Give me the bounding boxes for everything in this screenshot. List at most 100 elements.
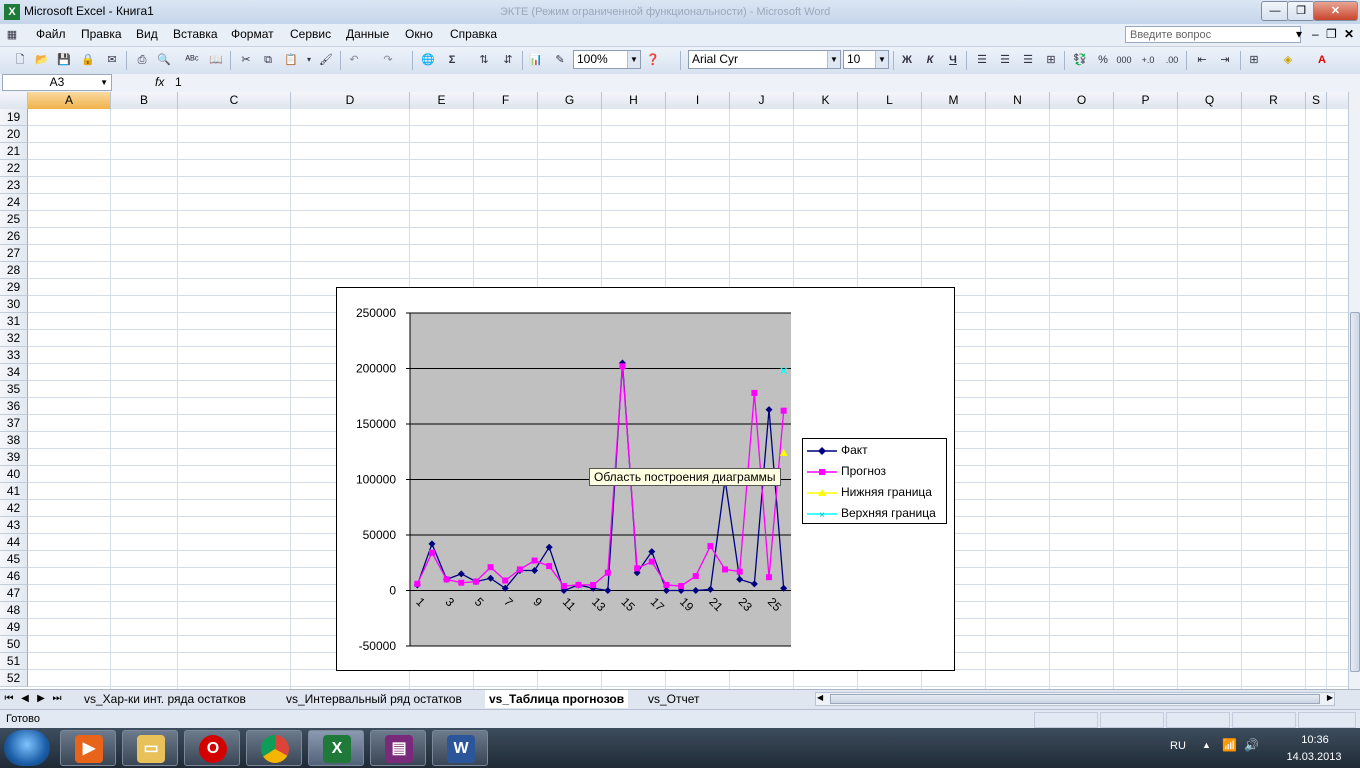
formula-input[interactable]: 1 (175, 75, 182, 89)
row-header-51[interactable]: 51 (0, 653, 28, 670)
row-header-35[interactable]: 35 (0, 381, 28, 398)
clock-time[interactable]: 10:36 (1292, 734, 1338, 746)
select-all-corner[interactable] (0, 92, 28, 109)
format-painter-icon[interactable]: 🖌 (318, 52, 334, 68)
column-header-O[interactable]: O (1050, 92, 1114, 109)
column-header-P[interactable]: P (1114, 92, 1178, 109)
sheet-tab-report[interactable]: vs_Отчет (644, 690, 704, 708)
horizontal-scroll-thumb[interactable] (830, 694, 1320, 704)
taskbar-word[interactable]: W (432, 730, 488, 766)
tray-expand-icon[interactable]: ▲ (1202, 740, 1211, 750)
autosum-icon[interactable]: Σ (444, 52, 460, 68)
row-header-46[interactable]: 46 (0, 568, 28, 585)
hyperlink-icon[interactable]: 🌐 (420, 52, 436, 68)
menu-format[interactable]: Формат (231, 27, 274, 41)
taskbar-explorer[interactable]: ▭ (122, 730, 178, 766)
row-header-30[interactable]: 30 (0, 296, 28, 313)
underline-icon[interactable]: Ч (945, 52, 961, 68)
close-button[interactable]: ✕ (1313, 1, 1358, 21)
horizontal-scrollbar[interactable]: ◀ ▶ (815, 692, 1335, 706)
zoom-select[interactable]: 100% ▼ (573, 50, 641, 69)
row-header-25[interactable]: 25 (0, 211, 28, 228)
copy-icon[interactable]: ⧉ (260, 52, 276, 68)
doc-close-button[interactable]: ✕ (1344, 27, 1354, 41)
print-preview-icon[interactable]: 🔍 (156, 52, 172, 68)
insert-function-icon[interactable]: fx (155, 75, 164, 89)
scroll-right-icon[interactable]: ▶ (1327, 693, 1333, 702)
column-header-Q[interactable]: Q (1178, 92, 1242, 109)
name-box[interactable]: A3 ▼ (2, 74, 112, 91)
menu-window[interactable]: Окно (405, 27, 433, 41)
print-icon[interactable]: ⎙ (134, 52, 150, 68)
row-header-21[interactable]: 21 (0, 143, 28, 160)
open-folder-icon[interactable]: 📂 (34, 52, 50, 68)
next-sheet-icon[interactable]: ▶ (35, 693, 47, 704)
chart-area[interactable]: -50000 0 50000 100000 150000 200000 250000 1 3 5 7… (336, 287, 955, 671)
start-button[interactable] (4, 730, 50, 766)
font-size-select[interactable]: 10 ▼ (843, 50, 889, 69)
menu-file[interactable]: Файл (36, 27, 66, 41)
sheet-tab-interval-series[interactable]: vs_Интервальный ряд остатков (282, 690, 466, 708)
row-header-19[interactable]: 19 (0, 109, 28, 126)
row-header-34[interactable]: 34 (0, 364, 28, 381)
redo-icon[interactable]: ↷ (380, 52, 396, 68)
taskbar-winrar[interactable]: ▤ (370, 730, 426, 766)
taskbar-chrome[interactable] (246, 730, 302, 766)
permission-icon[interactable]: 🔒 (80, 52, 96, 68)
row-header-33[interactable]: 33 (0, 347, 28, 364)
menu-view[interactable]: Вид (136, 27, 158, 41)
paste-dropdown-icon[interactable]: ▾ (301, 52, 317, 68)
last-sheet-icon[interactable]: ⏭ (51, 693, 63, 704)
vertical-scroll-thumb[interactable] (1350, 312, 1360, 672)
row-header-22[interactable]: 22 (0, 160, 28, 177)
spelling-icon[interactable]: ᴬᴮᶜ (184, 52, 200, 68)
sheet-tab-residual-characteristics[interactable]: vs_Хар-ки инт. ряда остатков (80, 690, 250, 708)
row-header-40[interactable]: 40 (0, 466, 28, 483)
row-header-45[interactable]: 45 (0, 551, 28, 568)
language-indicator[interactable]: RU (1170, 740, 1186, 752)
merge-center-icon[interactable]: ⊞ (1043, 52, 1059, 68)
drawing-icon[interactable]: ✎ (552, 52, 568, 68)
column-header-I[interactable]: I (666, 92, 730, 109)
row-header-26[interactable]: 26 (0, 228, 28, 245)
row-header-37[interactable]: 37 (0, 415, 28, 432)
column-header-B[interactable]: B (111, 92, 178, 109)
row-header-27[interactable]: 27 (0, 245, 28, 262)
column-header-J[interactable]: J (730, 92, 794, 109)
row-header-31[interactable]: 31 (0, 313, 28, 330)
column-header-E[interactable]: E (410, 92, 474, 109)
row-header-44[interactable]: 44 (0, 534, 28, 551)
network-icon[interactable]: 📶 (1222, 738, 1237, 752)
column-header-D[interactable]: D (291, 92, 410, 109)
email-icon[interactable]: ✉ (104, 52, 120, 68)
row-header-39[interactable]: 39 (0, 449, 28, 466)
new-file-icon[interactable]: 🗋 (12, 52, 28, 68)
help-search-input[interactable]: Введите вопрос (1125, 26, 1301, 43)
row-header-42[interactable]: 42 (0, 500, 28, 517)
cut-icon[interactable]: ✂ (238, 52, 254, 68)
column-header-L[interactable]: L (858, 92, 922, 109)
menu-help[interactable]: Справка (450, 27, 497, 41)
row-header-24[interactable]: 24 (0, 194, 28, 211)
decrease-decimal-icon[interactable]: .00 (1164, 52, 1180, 68)
row-header-48[interactable]: 48 (0, 602, 28, 619)
row-header-43[interactable]: 43 (0, 517, 28, 534)
align-right-icon[interactable]: ☰ (1020, 52, 1036, 68)
vertical-scrollbar[interactable] (1348, 92, 1360, 689)
taskbar-opera[interactable]: O (184, 730, 240, 766)
column-header-A[interactable]: A (28, 92, 111, 109)
chart-wizard-icon[interactable]: 📊 (528, 52, 544, 68)
paste-icon[interactable]: 📋 (283, 52, 299, 68)
font-dropdown-icon[interactable]: ▼ (827, 51, 840, 68)
row-header-32[interactable]: 32 (0, 330, 28, 347)
font-size-dropdown-icon[interactable]: ▼ (875, 51, 888, 68)
font-color-icon[interactable]: A (1314, 52, 1330, 68)
clock-date[interactable]: 14.03.2013 (1278, 751, 1350, 763)
undo-icon[interactable]: ↶ (346, 52, 362, 68)
row-header-36[interactable]: 36 (0, 398, 28, 415)
column-header-H[interactable]: H (602, 92, 666, 109)
menu-insert[interactable]: Вставка (173, 27, 218, 41)
increase-decimal-icon[interactable]: +.0 (1140, 52, 1156, 68)
doc-restore-button[interactable]: ❐ (1326, 27, 1337, 41)
row-header-23[interactable]: 23 (0, 177, 28, 194)
